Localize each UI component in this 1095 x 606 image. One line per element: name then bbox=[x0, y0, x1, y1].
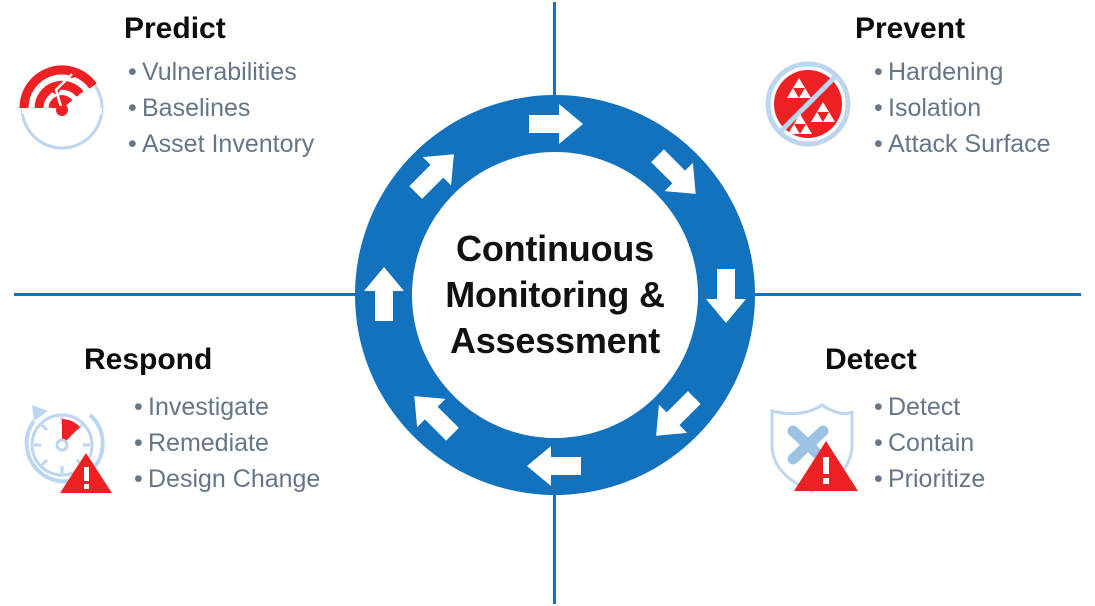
bullet-marker: • bbox=[134, 393, 143, 421]
bullet-marker: • bbox=[874, 94, 883, 122]
divider-line-left bbox=[14, 293, 366, 296]
bullet-marker: • bbox=[874, 465, 883, 493]
quadrant-predict: Predict • Vulnerabilities • Baselines • … bbox=[14, 14, 314, 162]
divider-line-bottom bbox=[553, 490, 556, 604]
clock-alert-icon bbox=[14, 395, 118, 504]
continuous-cycle-ring bbox=[355, 95, 755, 495]
bullet-marker: • bbox=[874, 393, 883, 421]
list-item: • Prioritize bbox=[874, 461, 985, 497]
bullet-list-detect: • Detect • Contain • Prioritize bbox=[874, 389, 985, 497]
quadrant-respond: Respond • Investigate • Remediate • Desi… bbox=[14, 345, 320, 504]
bullet-text: Attack Surface bbox=[888, 130, 1051, 158]
quadrant-title-predict: Predict bbox=[124, 12, 226, 45]
bullet-text: Asset Inventory bbox=[142, 130, 315, 158]
bullet-marker: • bbox=[134, 429, 143, 457]
bullet-text: Detect bbox=[888, 393, 961, 421]
bullet-marker: • bbox=[128, 94, 137, 122]
bullet-marker: • bbox=[874, 58, 883, 86]
bullet-marker: • bbox=[128, 58, 137, 86]
bullet-text: Design Change bbox=[148, 465, 321, 493]
divider-line-right bbox=[744, 293, 1081, 296]
bullet-text: Vulnerabilities bbox=[142, 58, 297, 86]
quadrant-title-respond: Respond bbox=[84, 343, 213, 376]
list-item: • Baselines bbox=[128, 90, 314, 126]
list-item: • Attack Surface bbox=[874, 126, 1051, 162]
list-item: • Vulnerabilities bbox=[128, 54, 314, 90]
bullet-marker: • bbox=[874, 429, 883, 457]
list-item: • Contain bbox=[874, 425, 985, 461]
list-item: • Asset Inventory bbox=[128, 126, 314, 162]
quadrant-title-prevent: Prevent bbox=[855, 12, 966, 45]
bullet-text: Investigate bbox=[148, 393, 269, 421]
security-lifecycle-diagram: Continuous Monitoring & Assessment Predi… bbox=[0, 0, 1095, 606]
quadrant-prevent: Prevent • Hardening • Isolation • Attack… bbox=[760, 14, 1051, 162]
bullet-text: Hardening bbox=[888, 58, 1004, 86]
shield-alert-icon bbox=[760, 393, 864, 502]
bullet-text: Contain bbox=[888, 429, 975, 457]
quadrant-title-detect: Detect bbox=[825, 343, 917, 376]
radar-signal-icon bbox=[14, 58, 110, 159]
bullet-marker: • bbox=[128, 130, 137, 158]
list-item: • Hardening bbox=[874, 54, 1051, 90]
bullet-marker: • bbox=[874, 130, 883, 158]
bullet-marker: • bbox=[134, 465, 143, 493]
ring-graphic bbox=[355, 95, 755, 495]
bullet-list-respond: • Investigate • Remediate • Design Change bbox=[134, 389, 320, 497]
bullet-text: Remediate bbox=[148, 429, 269, 457]
bullet-text: Baselines bbox=[142, 94, 251, 122]
list-item: • Design Change bbox=[134, 461, 320, 497]
ring-donut bbox=[355, 95, 755, 495]
bullet-list-prevent: • Hardening • Isolation • Attack Surface bbox=[874, 54, 1051, 162]
list-item: • Detect bbox=[874, 389, 985, 425]
list-item: • Isolation bbox=[874, 90, 1051, 126]
bullet-text: Isolation bbox=[888, 94, 982, 122]
list-item: • Remediate bbox=[134, 425, 320, 461]
bullet-text: Prioritize bbox=[888, 465, 986, 493]
list-item: • Investigate bbox=[134, 389, 320, 425]
no-entry-hazard-icon bbox=[760, 56, 856, 157]
bullet-list-predict: • Vulnerabilities • Baselines • Asset Inven… bbox=[128, 54, 314, 162]
quadrant-detect: Detect • Detect • Contain • Prioritize bbox=[760, 345, 985, 502]
